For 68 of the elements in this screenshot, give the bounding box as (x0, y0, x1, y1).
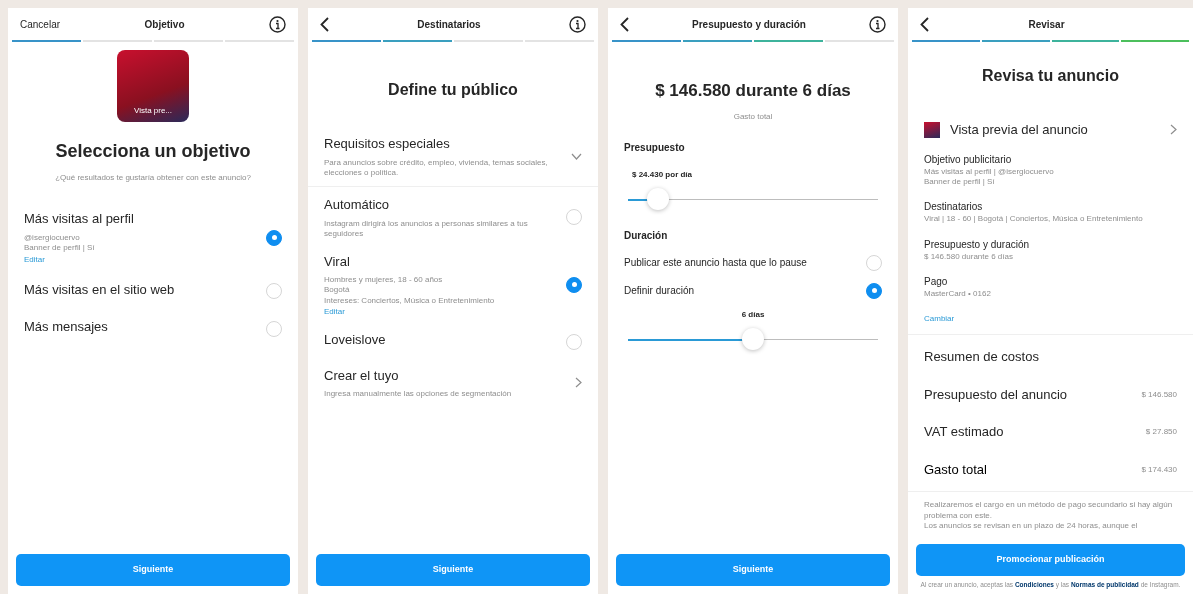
option-detail: Ingresa manualmente las opciones de segmentación (324, 389, 512, 400)
cost-amount: $ 174.430 (1141, 463, 1177, 476)
chevron-right-icon[interactable] (1170, 124, 1177, 136)
option-label[interactable]: Requisitos especiales (324, 134, 565, 154)
option-label[interactable]: Definir duración (624, 283, 695, 299)
cost-amount: $ 27.850 (1145, 426, 1177, 439)
cancel-link[interactable]: Cancelar (20, 16, 61, 32)
summary-title: Pago (924, 275, 949, 290)
option-label[interactable]: Loveislove (324, 330, 386, 350)
disclaimer-text: Realizaremos el cargo en un método de pago secundario si hay algún problema con este. (924, 500, 1174, 522)
back-icon[interactable] (620, 16, 629, 32)
option-label[interactable]: Más visitas al perfil (24, 209, 134, 229)
option-detail: Hombres y mujeres, 18 - 60 años (324, 275, 444, 286)
screen-title: Presupuesto y duración (692, 17, 806, 32)
option-label[interactable]: Crear el tuyo (324, 365, 512, 386)
slider-thumb[interactable] (647, 187, 669, 210)
costs-title: Resumen de costos (923, 348, 1040, 367)
option-detail: Banner de perfil | Sí (24, 243, 96, 254)
option-label[interactable]: Más visitas en el sitio web (24, 279, 175, 300)
cost-amount: $ 146.580 (1141, 388, 1177, 401)
option-label[interactable]: Publicar este anuncio hasta que lo pause (624, 255, 807, 271)
preview-caption: Vista pre... (133, 105, 173, 117)
info-icon[interactable] (269, 15, 286, 33)
subtitle: ¿Qué resultados te gustaría obtener con este anuncio? (54, 173, 252, 184)
summary-title: Destinatarios (924, 200, 984, 215)
preview-link[interactable]: Vista previa del anuncio (950, 120, 1170, 140)
option-detail: @isergiocuervo (24, 232, 81, 244)
summary-title: Objetivo publicitario (924, 152, 1013, 167)
info-icon[interactable] (569, 15, 586, 33)
radio-button[interactable] (566, 276, 582, 293)
option-detail: Para anuncios sobre crédito, empleo, vivienda, temas sociales, elecciones o política. (324, 157, 549, 179)
slider-reading: $ 24.430 por día (631, 168, 694, 181)
summary-detail: MasterCard • 0162 (924, 289, 992, 300)
summary-detail: Viral | 18 - 60 | Bogotá | Conciertos, Música o Entretenimiento (924, 214, 1144, 225)
heading: Revisa tu anuncio (981, 66, 1120, 86)
option-detail: Intereses: Conciertos, Música o Entretenimiento (324, 295, 495, 307)
radio-button[interactable] (866, 282, 882, 299)
back-icon[interactable] (920, 16, 929, 32)
summary-title: Presupuesto y duración (924, 237, 1031, 252)
info-icon[interactable] (869, 15, 886, 33)
slider-thumb[interactable] (742, 327, 764, 350)
summary-detail: $ 146.580 durante 6 días (924, 251, 1014, 263)
option-detail: Instagram dirigirá los anuncios a personas similares a tus seguidores (324, 218, 529, 240)
screen-title: Destinatarios (417, 17, 481, 32)
heading: $ 146.580 durante 6 días (654, 80, 852, 102)
chevron-right-icon[interactable] (575, 377, 582, 389)
ad-thumbnail (924, 121, 940, 138)
radio-button[interactable] (266, 229, 282, 246)
slider-reading: 6 días (740, 308, 766, 321)
heading: Selecciona un objetivo (54, 140, 252, 163)
cost-label: VAT estimado (924, 423, 1004, 442)
summary-detail: Más visitas al perfil | @isergiocuervo (924, 166, 1055, 177)
screen-title: Revisar (1028, 17, 1065, 32)
option-label[interactable]: Automático (324, 195, 554, 215)
cost-label: Presupuesto del anuncio (924, 385, 1068, 404)
option-detail: Bogotá (324, 285, 351, 296)
back-icon[interactable] (320, 16, 329, 32)
section-label: Presupuesto (623, 140, 686, 155)
disclaimer-text: Los anuncios se revisan en un plazo de 24 horas, aunque el (924, 521, 1139, 532)
section-label: Duración (623, 228, 669, 243)
cost-label: Gasto total (924, 460, 987, 479)
chevron-down-icon[interactable] (571, 152, 582, 160)
summary-detail: Banner de perfil | Sí (924, 176, 996, 188)
heading: Define tu público (387, 80, 519, 100)
total-label: Gasto total (732, 111, 774, 122)
option-label[interactable]: Viral (324, 251, 495, 272)
screen-title: Objetivo (144, 17, 185, 32)
option-label[interactable]: Más mensajes (24, 317, 108, 337)
